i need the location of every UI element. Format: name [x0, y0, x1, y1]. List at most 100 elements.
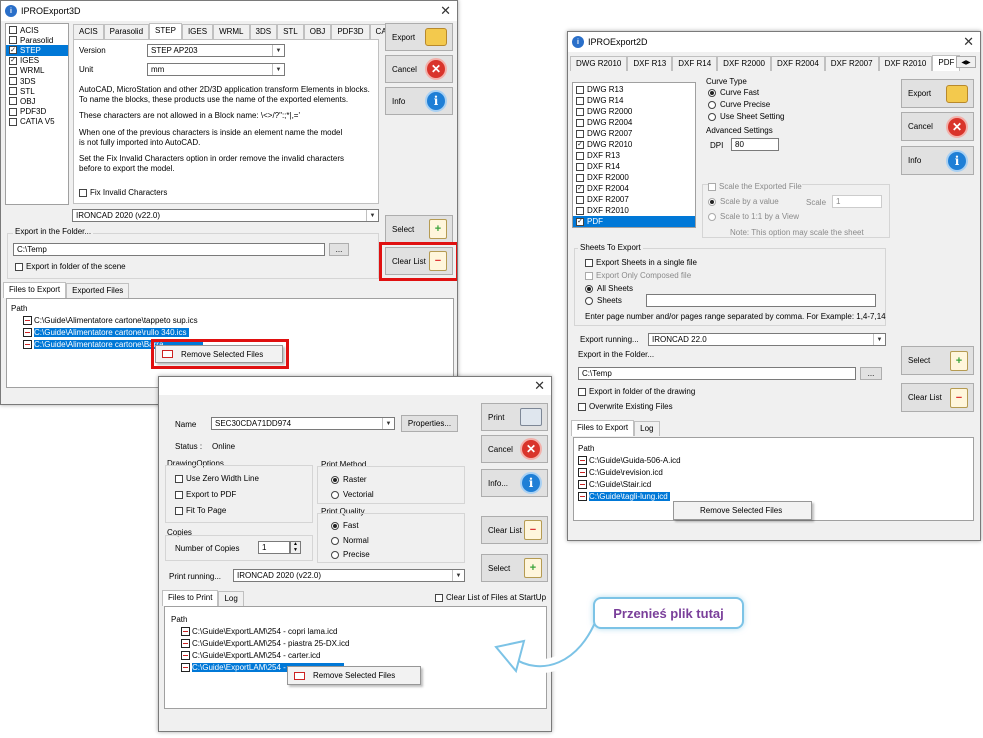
- cancel-button[interactable]: Cancel ✕: [481, 435, 548, 463]
- checkbox[interactable]: [9, 87, 17, 96]
- export2d-context-menu[interactable]: Remove Selected Files: [673, 501, 812, 520]
- checkbox[interactable]: [576, 107, 584, 116]
- ironcad-version-select[interactable]: IRONCAD 2020 (v22.0) ▼: [72, 209, 379, 222]
- use-sheet-setting-radio[interactable]: Use Sheet Setting: [708, 112, 784, 121]
- overwrite-checkbox[interactable]: Overwrite Existing Files: [578, 402, 673, 411]
- dpi-input[interactable]: 80: [731, 138, 779, 151]
- checkbox[interactable]: ✓: [9, 46, 17, 55]
- checkbox[interactable]: [175, 490, 183, 499]
- fast-radio[interactable]: Fast: [331, 521, 359, 530]
- checkbox[interactable]: [15, 262, 23, 271]
- tab-dxf-r2007[interactable]: DXF R2007: [824, 56, 879, 71]
- tab-dxf-r13[interactable]: DXF R13: [627, 56, 673, 71]
- zero-width-checkbox[interactable]: Use Zero Width Line: [175, 474, 259, 483]
- unit-select[interactable]: mm ▼: [147, 63, 285, 76]
- export3d-format-list[interactable]: ACIS Parasolid ✓ STEP ✓ IGES WRML 3DS STL …: [5, 23, 69, 205]
- format-item[interactable]: 3DS: [6, 76, 68, 86]
- file-row[interactable]: C:\Guide\Guida-506-A.icd: [578, 454, 969, 466]
- radio[interactable]: [331, 550, 339, 559]
- format-item[interactable]: ✓ IGES: [6, 56, 68, 66]
- checkbox[interactable]: [175, 474, 183, 483]
- radio[interactable]: [585, 284, 593, 293]
- tab-wrml[interactable]: WRML: [213, 24, 250, 39]
- tab-stl[interactable]: STL: [277, 24, 304, 39]
- checkbox[interactable]: [576, 85, 584, 94]
- normal-radio[interactable]: Normal: [331, 536, 369, 545]
- format-item[interactable]: ✓ DXF R2004: [573, 183, 695, 194]
- checkbox[interactable]: [9, 26, 17, 35]
- checkbox[interactable]: [9, 107, 17, 116]
- checkbox[interactable]: [576, 195, 584, 204]
- checkbox[interactable]: [578, 387, 586, 396]
- select-button[interactable]: Select +: [385, 215, 453, 243]
- browse-button[interactable]: ...: [329, 243, 349, 256]
- scale-by-value-radio[interactable]: Scale by a value: [708, 197, 779, 206]
- file-row[interactable]: C:\Guide\revision.icd: [578, 466, 969, 478]
- checkbox[interactable]: ✓: [576, 217, 584, 226]
- format-item[interactable]: DWG R2007: [573, 128, 695, 139]
- checkbox[interactable]: [576, 118, 584, 127]
- fix-invalid-checkbox[interactable]: Fix Invalid Characters: [79, 188, 167, 197]
- checkbox[interactable]: [9, 66, 17, 75]
- folder-input[interactable]: C:\Temp: [578, 367, 856, 380]
- checkbox[interactable]: [578, 402, 586, 411]
- radio[interactable]: [585, 296, 593, 305]
- format-item[interactable]: CATIA V5: [6, 117, 68, 127]
- checkbox[interactable]: [576, 96, 584, 105]
- export-button[interactable]: Export: [385, 23, 453, 51]
- format-item[interactable]: DXF R2010: [573, 205, 695, 216]
- file-row[interactable]: C:\Guide\Alimentatore cartone\tappeto su…: [11, 314, 449, 326]
- vectorial-radio[interactable]: Vectorial: [331, 490, 374, 499]
- scale-exported-checkbox[interactable]: Scale the Exported File: [708, 182, 802, 191]
- file-row[interactable]: C:\Guide\ExportLAM\254 - piastra 25-DX.i…: [171, 637, 540, 649]
- format-item[interactable]: PDF3D: [6, 107, 68, 117]
- tab-pdf3d[interactable]: PDF3D: [331, 24, 370, 39]
- checkbox[interactable]: ✓: [576, 140, 584, 149]
- checkbox[interactable]: [79, 188, 87, 197]
- checkbox[interactable]: [9, 36, 17, 45]
- tab-iges[interactable]: IGES: [181, 24, 214, 39]
- tab-files-to-print[interactable]: Files to Print: [162, 590, 219, 606]
- checkbox[interactable]: [576, 129, 584, 138]
- single-file-checkbox[interactable]: Export Sheets in a single file: [585, 258, 697, 267]
- raster-radio[interactable]: Raster: [331, 475, 367, 484]
- checkbox[interactable]: [435, 593, 443, 602]
- radio[interactable]: [708, 112, 716, 121]
- print-running-select[interactable]: IRONCAD 2020 (v22.0) ▼: [233, 569, 465, 582]
- file-row[interactable]: C:\Guide\ExportLAM\254 - copri lama.icd: [171, 625, 540, 637]
- radio[interactable]: [331, 475, 339, 484]
- format-item[interactable]: ✓ STEP: [6, 45, 68, 56]
- tab-acis[interactable]: ACIS: [73, 24, 104, 39]
- close-icon[interactable]: ✕: [534, 378, 545, 394]
- checkbox[interactable]: [9, 77, 17, 86]
- info-button[interactable]: Info... i: [481, 469, 548, 497]
- format-item[interactable]: ✓ DWG R2010: [573, 139, 695, 150]
- tab-parasolid[interactable]: Parasolid: [103, 24, 150, 39]
- close-icon[interactable]: ✕: [963, 34, 974, 50]
- tab-dxf-r2004[interactable]: DXF R2004: [770, 56, 825, 71]
- tab-files-to-export[interactable]: Files to Export: [571, 420, 635, 436]
- format-item[interactable]: STL: [6, 86, 68, 96]
- format-item[interactable]: DXF R13: [573, 150, 695, 161]
- export-running-select[interactable]: IRONCAD 22.0 ▼: [648, 333, 886, 346]
- tab-dxf-r2010[interactable]: DXF R2010: [878, 56, 933, 71]
- checkbox[interactable]: ✓: [9, 56, 17, 65]
- scale-1to1-radio[interactable]: Scale to 1:1 by a View: [708, 212, 799, 221]
- format-item[interactable]: WRML: [6, 66, 68, 76]
- format-item[interactable]: DWG R13: [573, 84, 695, 95]
- precise-radio[interactable]: Precise: [331, 550, 370, 559]
- stepper-arrows[interactable]: ▲ ▼: [290, 541, 301, 554]
- tab-exported-files[interactable]: Exported Files: [66, 283, 130, 298]
- format-item[interactable]: DWG R14: [573, 95, 695, 106]
- tab-dwg-r2010[interactable]: DWG R2010: [570, 56, 628, 71]
- checkbox[interactable]: [9, 117, 17, 126]
- version-select[interactable]: STEP AP203 ▼: [147, 44, 285, 57]
- radio[interactable]: [331, 521, 339, 530]
- file-row[interactable]: C:\Guide\Alimentatore cartone\rullo 340.…: [11, 326, 449, 338]
- format-item[interactable]: OBJ: [6, 96, 68, 106]
- radio[interactable]: [708, 100, 716, 109]
- export-pdf-checkbox[interactable]: Export to PDF: [175, 490, 236, 499]
- radio[interactable]: [331, 536, 339, 545]
- checkbox[interactable]: [175, 506, 183, 515]
- checkbox[interactable]: [708, 182, 716, 191]
